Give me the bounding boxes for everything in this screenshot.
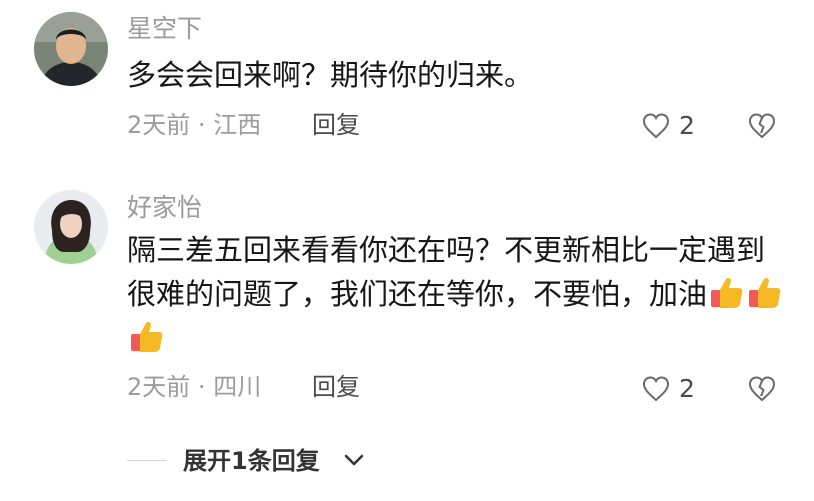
comment-username[interactable]: 好家怡 [127,193,202,223]
avatar[interactable] [34,190,108,264]
comment-text-body: 隔三差五回来看看你还在吗？不更新相比一定遇到很难的问题了，我们还在等你，不要怕，… [127,233,766,311]
comment-time: 2天前 [127,373,191,401]
reply-button[interactable]: 回复 [312,372,360,402]
broken-heart-icon[interactable] [747,374,777,404]
comment-location: 四川 [213,373,262,401]
comment-item: 好家怡 隔三差五回来看看你还在吗？不更新相比一定遇到很难的问题了，我们还在等你，… [0,0,814,440]
comment-meta: 2天前 · 四川 [127,372,261,402]
thumbs-up-emoji [749,277,781,308]
expand-replies-button[interactable]: 展开1条回复 [183,446,320,476]
like-count: 2 [679,374,695,403]
avatar-photo [34,190,108,264]
expand-divider [127,460,167,461]
chevron-down-icon[interactable] [343,452,365,468]
meta-separator: · [197,373,206,401]
like-heart-icon[interactable] [641,374,671,404]
comment-text: 隔三差五回来看看你还在吗？不更新相比一定遇到很难的问题了，我们还在等你，不要怕，… [127,228,787,360]
thumbs-up-emoji [131,321,163,352]
thumbs-up-emoji [711,277,743,308]
